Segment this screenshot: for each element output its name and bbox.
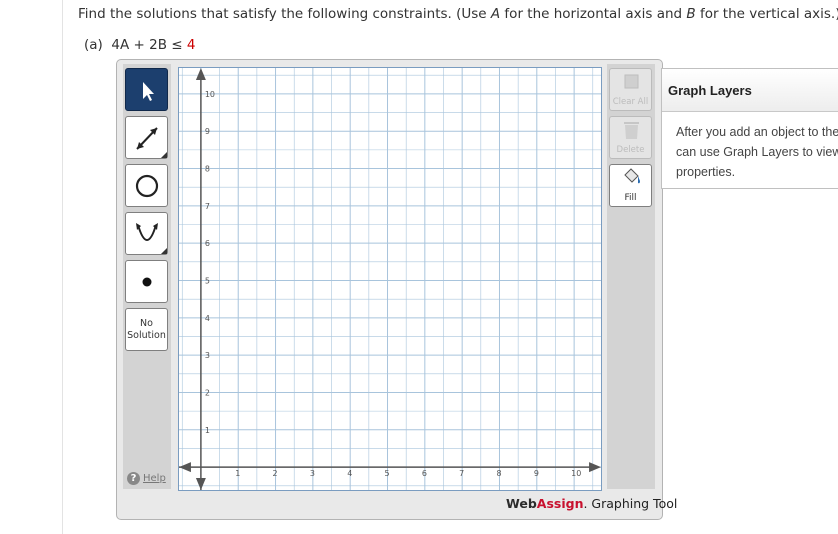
x-tick-label: 4 — [347, 469, 352, 478]
delete-label: Delete — [616, 145, 645, 155]
fill-button[interactable]: Fill — [609, 164, 652, 207]
question-text: Find the solutions that satisfy the foll… — [78, 6, 838, 22]
paint-bucket-icon — [624, 168, 640, 184]
page-left-rule — [62, 0, 63, 534]
no-solution-label-line2: Solution — [127, 330, 166, 341]
clear-all-icon — [624, 74, 639, 89]
graph-layers-title: Graph Layers — [668, 83, 752, 98]
x-axis-arrow — [589, 462, 601, 473]
circle-icon — [135, 174, 159, 198]
fill-label: Fill — [624, 193, 637, 203]
help-icon: ? — [127, 472, 140, 485]
y-tick-label: 10 — [205, 90, 215, 99]
clear-all-label: Clear All — [612, 97, 649, 107]
trash-icon — [624, 122, 639, 139]
point-icon — [142, 277, 152, 287]
x-tick-label: 2 — [273, 469, 278, 478]
point-tool-button[interactable] — [125, 260, 168, 303]
part-label: (a) — [84, 37, 103, 53]
y-tick-label: 3 — [205, 351, 210, 360]
grid-lines — [179, 68, 601, 490]
y-tick-label: 1 — [205, 426, 210, 435]
no-solution-label-line1: No — [140, 318, 153, 329]
parabola-tool-button[interactable] — [125, 212, 168, 255]
pointer-tool-button[interactable] — [125, 68, 168, 111]
y-tick-label: 4 — [205, 314, 210, 323]
no-solution-button[interactable]: No Solution — [125, 308, 168, 351]
x-axis-arrow-left — [179, 462, 191, 473]
x-tick-label: 6 — [422, 469, 427, 478]
graph-layers-info: After you add an object to the can use G… — [676, 125, 838, 179]
delete-button[interactable]: Delete — [609, 116, 652, 159]
y-tick-label: 5 — [205, 276, 210, 285]
y-tick-label: 6 — [205, 239, 210, 248]
x-tick-label: 9 — [534, 469, 539, 478]
graph-canvas[interactable]: 1 2 3 4 5 6 7 8 9 10 1 2 3 4 5 6 7 8 9 10 — [178, 67, 602, 491]
x-tick-label: 3 — [310, 469, 315, 478]
help-label: Help — [143, 473, 166, 484]
constraint-rhs: 4 — [186, 37, 196, 53]
y-tick-label: 8 — [205, 165, 210, 174]
x-tick-label: 1 — [235, 469, 240, 478]
tick-labels: 1 2 3 4 5 6 7 8 9 10 1 2 3 4 5 6 7 8 9 10 — [205, 90, 581, 478]
x-tick-label: 7 — [459, 469, 464, 478]
part-a-constraint: (a) 4A + 2B ≤ 4 — [84, 37, 195, 53]
constraint-expression: 4A + 2B ≤ — [111, 37, 183, 53]
line-tool-button[interactable] — [125, 116, 168, 159]
webassign-branding: WebAssign. Graphing Tool — [506, 496, 678, 511]
clear-all-button[interactable]: Clear All — [609, 68, 652, 111]
x-tick-label: 5 — [385, 469, 390, 478]
y-tick-label: 7 — [205, 202, 210, 211]
parabola-icon — [136, 223, 167, 254]
x-tick-label: 8 — [496, 469, 501, 478]
y-tick-label: 9 — [205, 127, 210, 136]
graph-layers-panel: Graph Layers After you add an object to … — [661, 68, 838, 189]
pointer-icon — [143, 82, 154, 101]
circle-tool-button[interactable] — [125, 164, 168, 207]
x-tick-label: 10 — [571, 469, 581, 478]
y-axis-arrow — [195, 68, 206, 80]
line-arrow-icon — [136, 127, 167, 158]
y-axis-arrow-down — [195, 478, 206, 490]
help-link[interactable]: ? Help — [127, 472, 166, 485]
y-tick-label: 2 — [205, 388, 210, 397]
